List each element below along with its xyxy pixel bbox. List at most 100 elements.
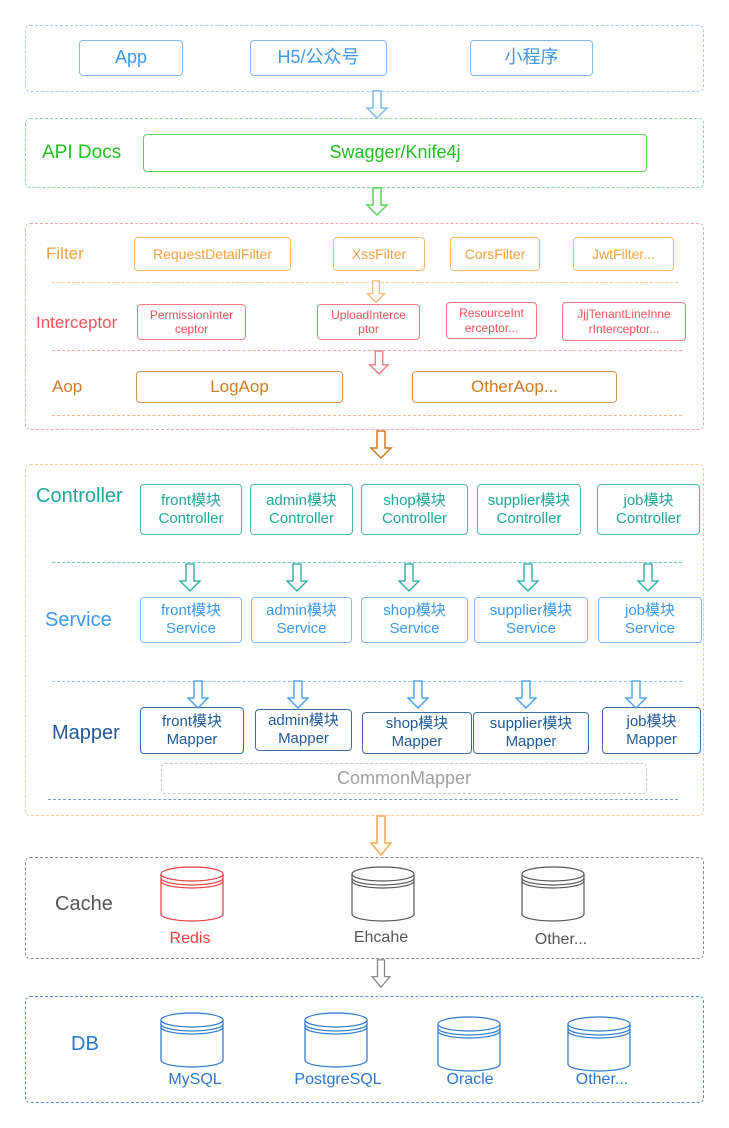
box-line: front模块: [161, 712, 222, 730]
client-app: App: [79, 40, 183, 76]
box-line: admin模块: [266, 602, 337, 619]
filter-item: JwtFilter...: [573, 237, 674, 271]
database-icon: [160, 1012, 224, 1068]
box-line: supplier模块: [489, 715, 573, 732]
interceptor-item-line: erceptor...: [464, 320, 519, 335]
arrow-down-icon: [636, 563, 660, 592]
filter-item: XssFilter: [333, 237, 425, 271]
controller-shop: shop模块 Controller: [361, 484, 468, 535]
arrow-down-icon: [365, 187, 389, 217]
db-label: PostgreSQL: [294, 1071, 382, 1088]
cache-label: Other...: [534, 931, 588, 948]
controller-admin: admin模块 Controller: [250, 484, 353, 535]
interceptor-item: ResourceInt erceptor...: [446, 302, 537, 339]
mapper-shop: shop模块 Mapper: [362, 712, 472, 754]
box-line: Mapper: [505, 733, 557, 750]
database-icon: [437, 1016, 501, 1072]
arrow-down-icon: [186, 680, 210, 709]
aop-item: OtherAop...: [412, 371, 617, 403]
service-job: job模块 Service: [598, 597, 702, 643]
box-line: Mapper: [278, 730, 329, 747]
service-front: front模块 Service: [140, 597, 242, 643]
common-mapper: CommonMapper: [161, 763, 647, 794]
box-line: Controller: [381, 509, 448, 527]
mapper-front: front模块 Mapper: [140, 707, 244, 754]
cache-label: Ehcahe: [353, 929, 409, 946]
box-line: Controller: [615, 509, 682, 527]
controller-supplier: supplier模块 Controller: [477, 484, 581, 535]
mapper-supplier: supplier模块 Mapper: [473, 712, 589, 754]
box-line: Mapper: [166, 730, 218, 748]
box-line: admin模块: [268, 712, 339, 729]
box-line: Controller: [496, 509, 562, 527]
box-line: admin模块: [266, 491, 337, 509]
db-label: Oracle: [446, 1071, 494, 1088]
controller-front: front模块 Controller: [140, 484, 242, 535]
interceptor-item: UploadInterce ptor: [317, 304, 420, 340]
db-title: DB: [71, 1033, 99, 1055]
mapper-admin: admin模块 Mapper: [255, 709, 352, 751]
box-line: front模块: [160, 602, 221, 619]
client-miniprogram: 小程序: [470, 40, 593, 76]
service-title: Service: [45, 609, 112, 631]
box-line: front模块: [160, 491, 221, 509]
arrow-down-icon: [406, 680, 430, 709]
interceptor-item-line: UploadInterce: [331, 307, 406, 322]
database-icon: [351, 866, 415, 922]
divider: [52, 562, 682, 563]
divider: [52, 415, 682, 416]
box-line: Service: [389, 620, 440, 637]
service-admin: admin模块 Service: [251, 597, 352, 643]
interceptor-item-line: ResourceInt: [459, 306, 524, 321]
box-line: shop模块: [385, 715, 449, 732]
arrow-down-icon: [369, 430, 393, 460]
arrow-down-icon: [624, 680, 648, 709]
box-line: Mapper: [626, 730, 677, 748]
box-line: job模块: [624, 602, 676, 619]
arrow-down-icon: [369, 815, 393, 857]
box-line: Service: [276, 620, 327, 637]
arrow-down-icon: [365, 90, 389, 120]
arrow-down-icon: [514, 680, 538, 709]
client-h5: H5/公众号: [250, 40, 387, 76]
box-line: Service: [165, 620, 217, 637]
interceptor-item-line: rInterceptor...: [588, 321, 660, 336]
database-icon: [160, 866, 224, 922]
filter-title: Filter: [46, 244, 84, 263]
arrow-down-icon: [285, 563, 309, 592]
arrow-down-icon: [365, 280, 387, 304]
db-label: MySQL: [168, 1071, 222, 1088]
divider: [48, 799, 678, 800]
database-icon: [521, 866, 585, 922]
box-line: shop模块: [383, 602, 446, 619]
cache-label: Redis: [169, 930, 211, 947]
mapper-job: job模块 Mapper: [602, 707, 701, 754]
interceptor-item-line: JjjTenantLineInne: [577, 307, 671, 322]
mapper-title: Mapper: [52, 722, 120, 744]
box-line: Controller: [268, 509, 335, 527]
interceptor-title: Interceptor: [36, 313, 118, 332]
database-icon: [304, 1012, 368, 1068]
arrow-down-icon: [178, 563, 202, 592]
box-line: job模块: [623, 491, 674, 509]
box-line: supplier模块: [487, 491, 571, 509]
box-line: Controller: [158, 509, 224, 527]
interceptor-item: JjjTenantLineInne rInterceptor...: [562, 302, 686, 341]
interceptor-item-line: PermissionInter: [149, 307, 234, 322]
divider: [52, 681, 682, 682]
arrow-down-icon: [368, 350, 390, 375]
filter-item: CorsFilter: [450, 237, 540, 271]
cache-title: Cache: [55, 893, 113, 915]
interceptor-item: PermissionInter ceptor: [137, 304, 246, 340]
filter-item: RequestDetailFilter: [134, 237, 291, 271]
arrow-down-icon: [516, 563, 540, 592]
database-icon: [567, 1016, 631, 1072]
box-line: Mapper: [391, 733, 443, 750]
arrow-down-icon: [286, 680, 310, 709]
interceptor-item-line: ptor: [358, 322, 379, 336]
divider: [52, 350, 682, 351]
aop-item: LogAop: [136, 371, 343, 403]
arrow-down-icon: [370, 959, 392, 989]
service-supplier: supplier模块 Service: [474, 597, 588, 643]
box-line: Service: [505, 620, 557, 637]
